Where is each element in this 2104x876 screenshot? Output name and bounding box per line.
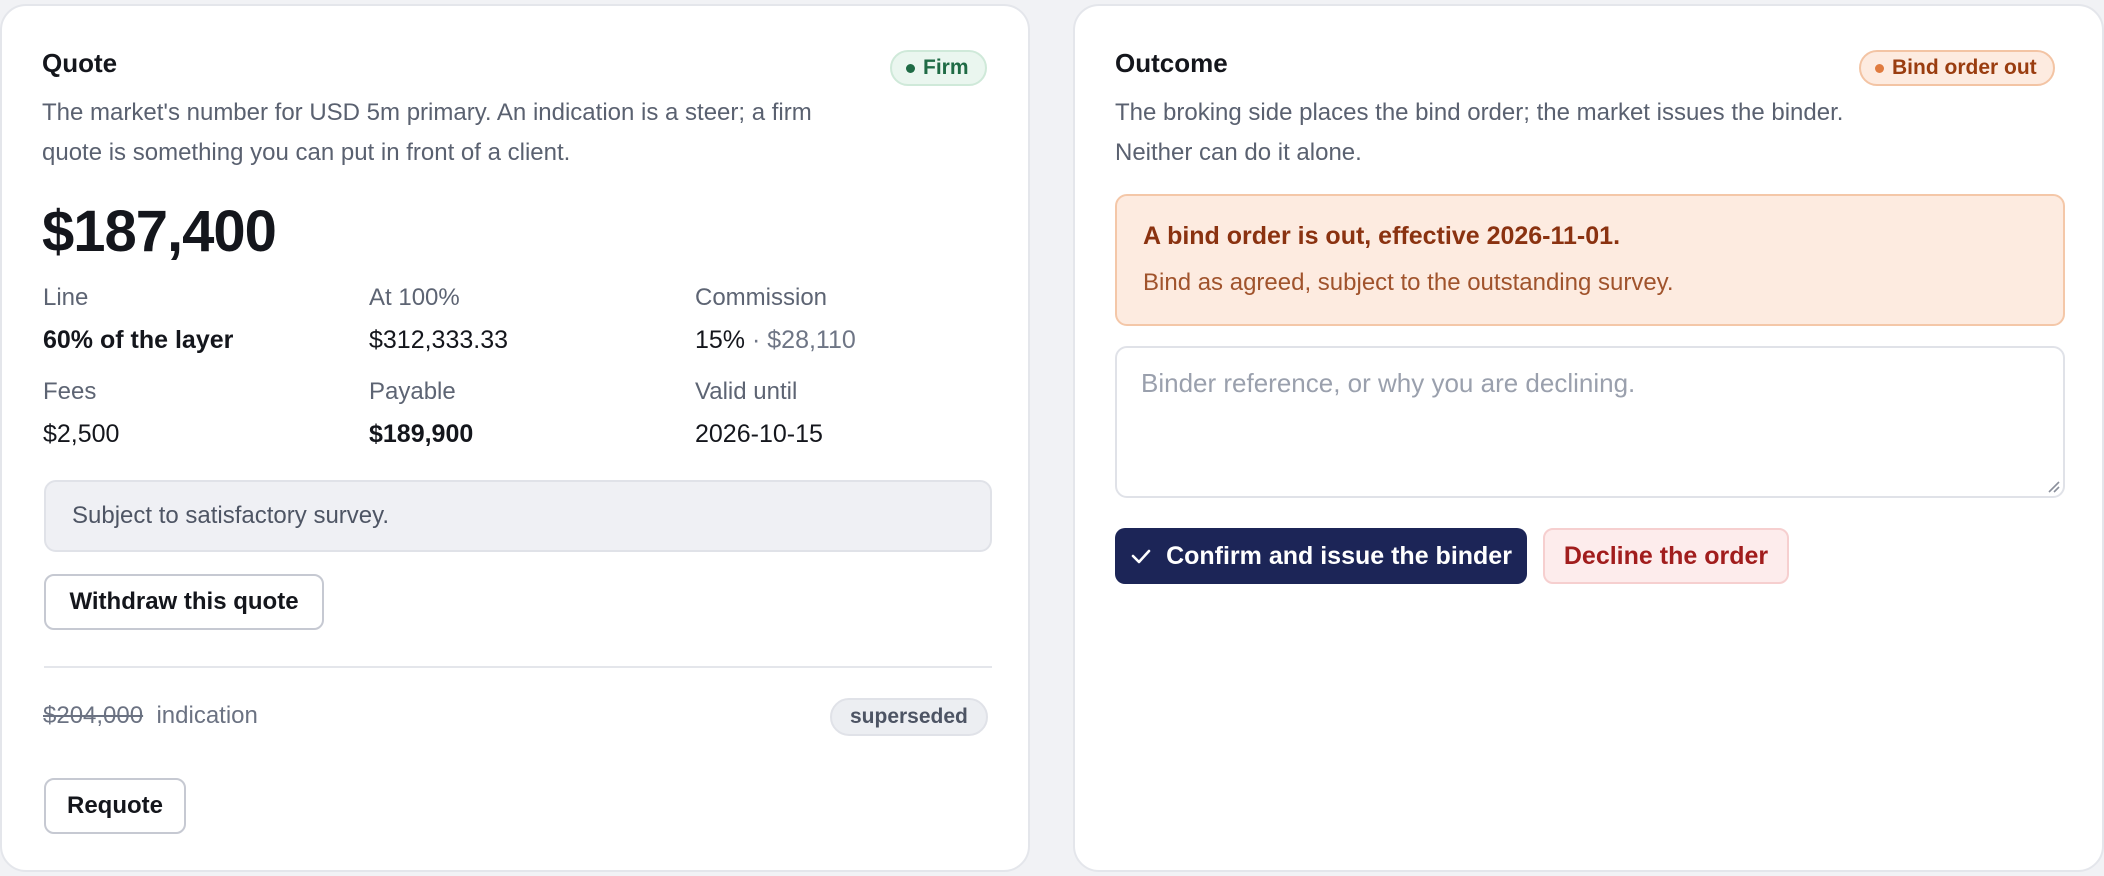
firm-status-label: Firm bbox=[923, 56, 969, 79]
section-divider bbox=[44, 666, 992, 668]
commission-amount: $28,110 bbox=[767, 326, 856, 354]
confirm-binder-label: Confirm and issue the binder bbox=[1166, 541, 1512, 570]
fees-label: Fees bbox=[43, 378, 97, 405]
quote-description: The market's number for USD 5m primary. … bbox=[42, 99, 812, 166]
payable-value: $189,900 bbox=[369, 420, 474, 448]
binder-reference-input[interactable] bbox=[1115, 346, 2065, 498]
outcome-description: The broking side places the bind order; … bbox=[1115, 99, 1844, 166]
decline-order-button[interactable]: Decline the order bbox=[1543, 528, 1789, 584]
commission-label: Commission bbox=[695, 284, 828, 311]
alert-title: A bind order is out, effective 2026-11-0… bbox=[1143, 222, 1621, 250]
valid-until-label: Valid until bbox=[695, 378, 798, 405]
valid-until-value: 2026-10-15 bbox=[695, 420, 823, 448]
bind-order-label: Bind order out bbox=[1892, 56, 2037, 79]
outcome-title: Outcome bbox=[1115, 48, 1228, 78]
bind-order-badge: Bind order out bbox=[1859, 50, 2055, 86]
fees-value: $2,500 bbox=[43, 420, 120, 448]
commission-rate: 15% bbox=[695, 326, 746, 354]
superseded-badge: superseded bbox=[830, 698, 988, 736]
withdraw-quote-button[interactable]: Withdraw this quote bbox=[44, 574, 324, 630]
line-label: Line bbox=[43, 284, 89, 311]
quote-condition: Subject to satisfactory survey. bbox=[44, 480, 992, 552]
dot-icon bbox=[906, 63, 915, 73]
previous-kind: indication bbox=[156, 702, 258, 729]
commission-value: 15% · $28,110 bbox=[695, 326, 856, 355]
commission-separator: · bbox=[745, 326, 768, 354]
payable-label: Payable bbox=[369, 378, 456, 405]
bind-order-alert: A bind order is out, effective 2026-11-0… bbox=[1115, 194, 2065, 326]
previous-amount: $204,000 bbox=[43, 702, 144, 729]
quote-title: Quote bbox=[42, 48, 118, 78]
quote-amount: $187,400 bbox=[42, 199, 277, 264]
quote-card: Quote Firm The market's number for USD 5… bbox=[0, 4, 1030, 872]
line-value: 60% of the layer bbox=[43, 326, 234, 354]
requote-button[interactable]: Requote bbox=[44, 778, 186, 834]
confirm-binder-button[interactable]: Confirm and issue the binder bbox=[1115, 528, 1527, 584]
at100-value: $312,333.33 bbox=[369, 326, 509, 354]
outcome-card: Outcome Bind order out The broking side … bbox=[1073, 4, 2104, 872]
resize-handle-icon[interactable] bbox=[2046, 479, 2060, 493]
check-icon bbox=[1131, 549, 1151, 564]
alert-body: Bind as agreed, subject to the outstandi… bbox=[1143, 269, 1674, 296]
dot-icon bbox=[1875, 63, 1884, 73]
previous-indication: $204,000 indication bbox=[43, 702, 258, 730]
firm-status-badge: Firm bbox=[890, 50, 987, 86]
at100-label: At 100% bbox=[369, 284, 460, 311]
